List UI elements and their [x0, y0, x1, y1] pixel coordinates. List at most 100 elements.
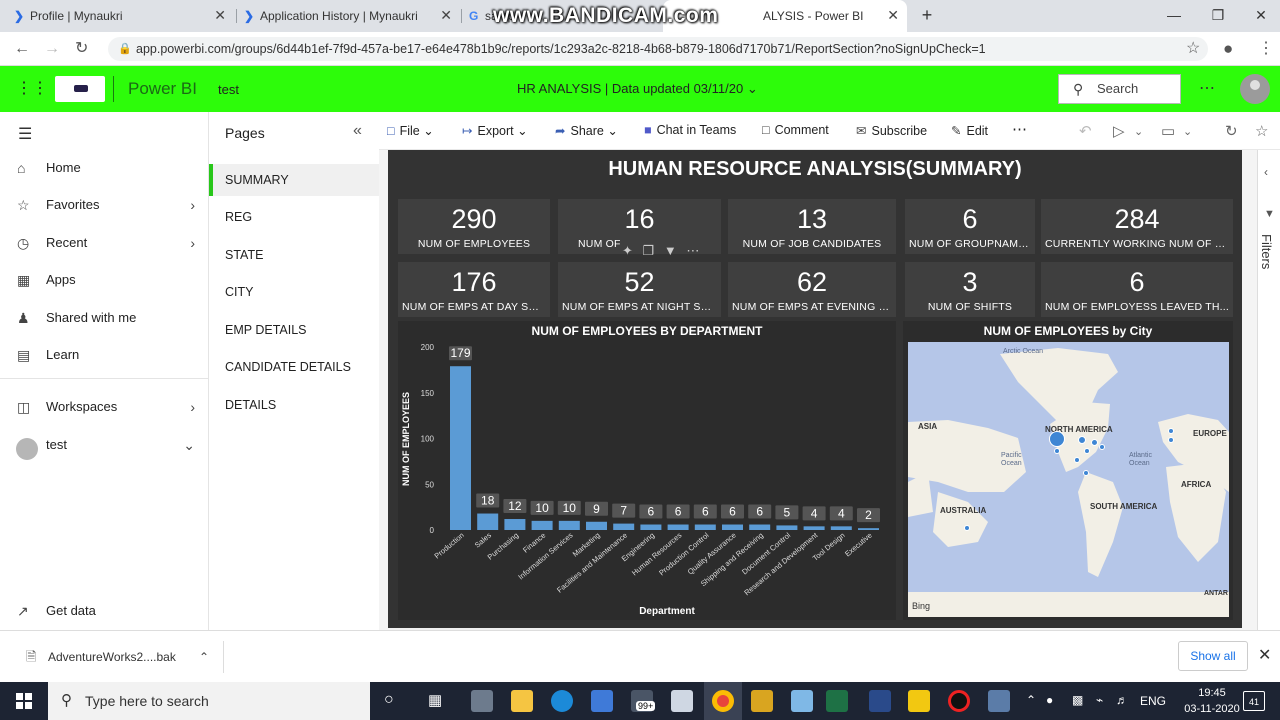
pin-icon[interactable]: ✦	[622, 243, 633, 258]
profile-icon[interactable]: ●	[1223, 40, 1233, 58]
app-icon[interactable]	[671, 690, 693, 712]
cortana-icon[interactable]: ○	[384, 691, 394, 709]
workspace-name[interactable]: test	[218, 82, 239, 97]
filters-pane[interactable]: ‹ ▼ Filters	[1257, 150, 1280, 630]
map-bubble[interactable]	[1168, 437, 1174, 443]
taskbar-search[interactable]: ⚲ Type here to search	[48, 682, 370, 720]
kpi-card[interactable]: 6 NUM OF EMPLOYESS LEAVED TH...	[1041, 262, 1233, 317]
chevron-up-icon[interactable]: ⌃	[199, 641, 209, 673]
wifi-icon[interactable]: ⌁	[1096, 693, 1103, 707]
more-options-icon[interactable]: ⋯	[1012, 120, 1027, 138]
forward-icon[interactable]: →	[44, 40, 60, 58]
tray-icon[interactable]: ●	[1046, 693, 1053, 707]
chevron-down-icon[interactable]: ⌄	[1183, 125, 1192, 138]
nav-item-get-data[interactable]: ↗ Get data	[0, 593, 209, 629]
nav-item-recent[interactable]: ◷ Recent ›	[0, 225, 209, 261]
bookmark-star-icon[interactable]: ☆	[1186, 40, 1200, 58]
share-menu[interactable]: ➦ Share ⌄	[555, 123, 618, 138]
page-tab-state[interactable]: STATE	[209, 239, 379, 271]
kpi-card[interactable]: 62 NUM OF EMPS AT EVENING S...	[728, 262, 896, 317]
excel-icon[interactable]	[826, 690, 848, 712]
kpi-card[interactable]: 6 NUM OF GROUPNAMES	[905, 199, 1035, 254]
page-tab-candidate-details[interactable]: CANDIDATE DETAILS	[209, 351, 379, 383]
clock[interactable]: 19:45 03-11-2020	[1182, 685, 1242, 717]
copy-icon[interactable]: ❐	[643, 243, 655, 258]
nav-item-test[interactable]: test ⌄	[0, 427, 209, 463]
kpi-card[interactable]: 290 NUM OF EMPLOYEES	[398, 199, 550, 254]
browser-menu-icon[interactable]: ⋮	[1258, 40, 1274, 58]
kpi-card[interactable]: 3 NUM OF SHIFTS	[905, 262, 1035, 317]
reload-icon[interactable]: ↻	[75, 40, 88, 58]
filter-icon[interactable]: ▼	[664, 243, 677, 258]
bing-map[interactable]: Arctic Ocean ASIA NORTH AMERICA EUROPE P…	[908, 342, 1229, 617]
language-indicator[interactable]: ENG	[1140, 694, 1166, 708]
store-icon[interactable]	[591, 690, 613, 712]
app-icon[interactable]	[751, 690, 773, 712]
close-download-bar-icon[interactable]: ✕	[1258, 645, 1271, 665]
edit-button[interactable]: ✎ Edit	[951, 123, 988, 138]
new-tab-icon[interactable]: +	[916, 5, 938, 25]
download-item[interactable]: 🗎 AdventureWorks2....bak ⌃	[16, 641, 224, 673]
export-menu[interactable]: ↦ Export ⌄	[462, 123, 528, 138]
app-icon[interactable]	[869, 690, 891, 712]
notification-center-icon[interactable]: 41	[1243, 691, 1265, 711]
user-avatar[interactable]	[1240, 74, 1270, 104]
chevron-down-icon[interactable]: ⌄	[1134, 125, 1143, 138]
nav-item-home[interactable]: ⌂ Home	[0, 150, 209, 186]
nav-item-apps[interactable]: ▦ Apps	[0, 262, 209, 298]
edge-icon[interactable]	[551, 690, 573, 712]
task-view-icon[interactable]: ▦	[428, 691, 442, 709]
chevron-up-icon[interactable]: ⌃	[1026, 693, 1036, 707]
file-menu[interactable]: □ File ⌄	[387, 123, 434, 138]
search-box[interactable]: ⚲ Search	[1058, 74, 1181, 104]
powerbi-icon[interactable]	[908, 690, 930, 712]
nav-item-favorites[interactable]: ☆ Favorites ›	[0, 187, 209, 223]
url-field[interactable]: 🔒 app.powerbi.com/groups/6d44b1ef-7f9d-4…	[108, 37, 1208, 61]
nav-item-shared[interactable]: ♟ Shared with me	[0, 300, 209, 336]
windows-start-icon[interactable]	[16, 693, 32, 709]
report-info-dropdown[interactable]: HR ANALYSIS | Data updated 03/11/20 ⌄	[517, 81, 758, 97]
page-tab-city[interactable]: CITY	[209, 276, 379, 308]
show-all-button[interactable]: Show all	[1178, 641, 1248, 671]
nav-item-workspaces[interactable]: ◫ Workspaces ›	[0, 389, 209, 425]
view-icon[interactable]: ▭	[1161, 122, 1175, 140]
browser-tab[interactable]: ❯ Profile | Mynaukri ✕	[8, 0, 234, 32]
hamburger-icon[interactable]: ☰	[18, 124, 32, 144]
volume-icon[interactable]: ♬	[1116, 693, 1128, 707]
city-map-visual[interactable]: NUM OF EMPLOYEES by City Arctic Ocean AS…	[903, 321, 1233, 620]
map-bubble[interactable]	[964, 525, 970, 531]
map-bubble[interactable]	[1049, 431, 1065, 447]
chrome-icon[interactable]	[712, 690, 734, 712]
page-tab-emp-details[interactable]: EMP DETAILS	[209, 314, 379, 346]
kpi-card[interactable]: 176 NUM OF EMPS AT DAY SHI...	[398, 262, 550, 317]
kpi-card[interactable]: 52 NUM OF EMPS AT NIGHT SH...	[558, 262, 721, 317]
more-options-icon[interactable]: ⋯	[1199, 78, 1215, 98]
comment-button[interactable]: □ Comment	[762, 123, 829, 137]
map-bubble[interactable]	[1074, 457, 1080, 463]
app-name[interactable]: Power BI	[128, 79, 197, 99]
tray-icon[interactable]: ▩	[1072, 693, 1083, 707]
map-bubble[interactable]	[1168, 428, 1174, 434]
kpi-card[interactable]: 13 NUM OF JOB CANDIDATES	[728, 199, 896, 254]
close-tab-icon[interactable]: ✕	[214, 8, 226, 22]
department-bar-chart[interactable]: NUM OF EMPLOYEES BY DEPARTMENT 0 50 100 150…	[398, 321, 896, 620]
page-tab-reg[interactable]: REG	[209, 201, 379, 233]
map-bubble[interactable]	[1083, 470, 1089, 476]
map-bubble[interactable]	[1091, 439, 1098, 446]
undo-icon[interactable]: ↶	[1079, 122, 1092, 140]
favorite-star-icon[interactable]: ☆	[1255, 122, 1268, 140]
org-logo[interactable]	[55, 76, 105, 102]
maximize-icon[interactable]: ❐	[1207, 5, 1229, 25]
page-tab-details[interactable]: DETAILS	[209, 389, 379, 421]
collapse-pane-icon[interactable]: «	[353, 122, 362, 140]
page-tab-summary[interactable]: SUMMARY	[209, 164, 379, 196]
close-tab-icon[interactable]: ✕	[440, 8, 452, 22]
subscribe-button[interactable]: ✉ Subscribe	[856, 123, 927, 138]
app-icon[interactable]	[471, 690, 493, 712]
app-icon[interactable]	[791, 690, 813, 712]
back-icon[interactable]: ←	[14, 40, 30, 58]
chevron-left-icon[interactable]: ‹	[1264, 165, 1268, 179]
map-bubble[interactable]	[1099, 444, 1105, 450]
refresh-icon[interactable]: ↻	[1225, 122, 1238, 140]
map-bubble[interactable]	[1084, 448, 1090, 454]
